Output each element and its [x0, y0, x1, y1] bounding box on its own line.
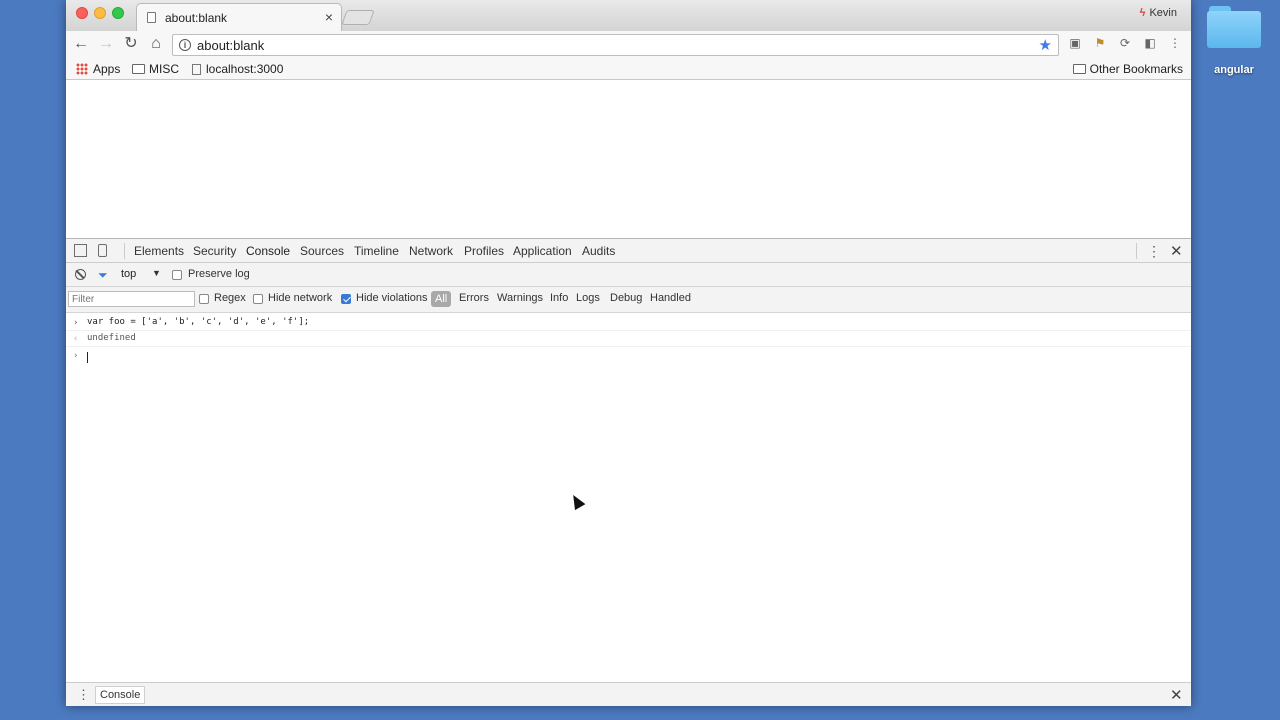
inspect-element-icon[interactable]	[74, 244, 87, 257]
level-handled[interactable]: Handled	[650, 292, 691, 304]
divider	[124, 243, 125, 259]
regex-checkbox[interactable]	[199, 294, 209, 304]
drawer-tab-console[interactable]: Console	[95, 686, 146, 704]
tab-profiles[interactable]: Profiles	[464, 244, 504, 258]
console-input-line: › var foo = ['a', 'b', 'c', 'd', 'e', 'f…	[66, 315, 1191, 331]
home-icon[interactable]: ⌂	[147, 35, 165, 53]
tab-title: about:blank	[165, 11, 228, 25]
preserve-log-checkbox[interactable]	[172, 270, 182, 280]
tab-security[interactable]: Security	[193, 244, 236, 258]
preserve-log-label: Preserve log	[188, 268, 250, 280]
filter-icon[interactable]: ⏷	[98, 268, 108, 283]
browser-window: about:blank × ϟ Kevin ← → ↻ ⌂ i about:bla…	[66, 0, 1191, 706]
back-arrow-icon[interactable]: ←	[72, 35, 90, 53]
tab-timeline[interactable]: Timeline	[354, 244, 399, 258]
extension-sync-icon[interactable]: ⟳	[1118, 37, 1132, 50]
other-bookmarks[interactable]: Other Bookmarks	[1072, 62, 1183, 76]
bookmark-label: MISC	[149, 62, 179, 76]
context-selector[interactable]: top	[121, 268, 136, 280]
tab-sources[interactable]: Sources	[300, 244, 344, 258]
info-icon[interactable]: i	[179, 39, 191, 51]
tab-close-icon[interactable]: ×	[325, 9, 333, 25]
devtools-more-icon[interactable]: ⋮	[1147, 243, 1161, 260]
address-bar[interactable]: i about:blank ★	[172, 34, 1059, 56]
console-filter-bar: Regex Hide network Hide violations All E…	[66, 287, 1191, 313]
browser-menu-icon[interactable]: ⋮	[1168, 37, 1182, 50]
tab-console[interactable]: Console	[243, 244, 293, 265]
chevron-left-icon: ‹	[73, 334, 79, 344]
extension-camera-icon[interactable]: ▣	[1068, 37, 1082, 50]
hide-violations-checkbox[interactable]	[341, 294, 351, 304]
bookmark-localhost[interactable]: localhost:3000	[192, 62, 283, 76]
device-toolbar-icon[interactable]	[98, 244, 107, 257]
divider	[1136, 243, 1137, 259]
devtools-tab-bar: Elements Security Console Sources Timeli…	[66, 239, 1191, 265]
hide-network-checkbox[interactable]	[253, 294, 263, 304]
other-bookmarks-label: Other Bookmarks	[1089, 62, 1183, 76]
page-content[interactable]	[66, 81, 1191, 238]
folder-icon	[1207, 6, 1261, 48]
filter-input[interactable]	[68, 291, 195, 307]
url-text: about:blank	[197, 38, 265, 53]
reload-icon[interactable]: ↻	[122, 35, 140, 53]
page-icon	[147, 12, 156, 23]
console-output[interactable]: › var foo = ['a', 'b', 'c', 'd', 'e', 'f…	[66, 313, 1191, 682]
desktop-folder-label: angular	[1214, 64, 1254, 76]
chevron-right-icon: ›	[73, 351, 79, 361]
drawer-close-icon[interactable]: ✕	[1170, 686, 1183, 704]
bookmarks-bar: Apps MISC localhost:3000 Other Bookmarks	[66, 58, 1191, 80]
console-toolbar: ⏷ top ▼ Preserve log	[66, 263, 1191, 287]
bookmark-misc[interactable]: MISC	[132, 62, 179, 76]
level-warnings[interactable]: Warnings	[497, 292, 543, 304]
bookmark-star-icon[interactable]: ★	[1039, 36, 1052, 54]
level-all-button[interactable]: All	[431, 291, 452, 307]
bookmark-label: localhost:3000	[206, 62, 284, 76]
page-icon	[192, 64, 201, 75]
profile-name: Kevin	[1149, 7, 1177, 19]
text-caret	[87, 352, 88, 363]
devtools-close-icon[interactable]: ✕	[1170, 242, 1183, 260]
title-bar: about:blank × ϟ Kevin	[66, 0, 1191, 31]
tab-network[interactable]: Network	[409, 244, 453, 258]
folder-icon	[132, 64, 145, 74]
tab-elements[interactable]: Elements	[134, 244, 184, 258]
profile-icon: ϟ	[1139, 7, 1146, 19]
level-info[interactable]: Info	[550, 292, 568, 304]
chevron-down-icon[interactable]: ▼	[152, 268, 161, 278]
new-tab-button[interactable]	[341, 10, 375, 25]
browser-tab[interactable]: about:blank ×	[136, 3, 342, 31]
console-output-line: ‹ undefined	[66, 331, 1191, 347]
hide-network-label: Hide network	[268, 292, 333, 304]
level-logs[interactable]: Logs	[576, 292, 600, 304]
apps-grid-icon	[76, 63, 88, 75]
tab-application[interactable]: Application	[513, 244, 572, 258]
bookmark-label: Apps	[93, 62, 121, 76]
window-maximize-button[interactable]	[112, 7, 124, 19]
console-output-text: undefined	[87, 333, 136, 343]
folder-icon	[1072, 64, 1086, 74]
level-debug[interactable]: Debug	[610, 292, 642, 304]
forward-arrow-icon[interactable]: →	[97, 35, 115, 53]
regex-label: Regex	[214, 292, 246, 304]
extension-square-icon[interactable]: ◧	[1143, 37, 1157, 50]
chevron-right-icon: ›	[73, 318, 79, 328]
console-input-text: var foo = ['a', 'b', 'c', 'd', 'e', 'f']…	[87, 317, 310, 327]
window-close-button[interactable]	[76, 7, 88, 19]
tab-audits[interactable]: Audits	[582, 244, 615, 258]
profile-button[interactable]: ϟ Kevin	[1140, 7, 1177, 19]
extension-flag-icon[interactable]: ⚑	[1093, 37, 1107, 50]
level-errors[interactable]: Errors	[459, 292, 489, 304]
bookmark-apps[interactable]: Apps	[76, 62, 120, 76]
clear-console-icon[interactable]	[75, 269, 86, 280]
devtools-panel: Elements Security Console Sources Timeli…	[66, 238, 1191, 706]
window-minimize-button[interactable]	[94, 7, 106, 19]
desktop-folder-angular[interactable]: angular	[1203, 6, 1265, 76]
devtools-drawer: ⋮ Console ✕	[66, 682, 1191, 706]
browser-toolbar: ← → ↻ ⌂ i about:blank ★ ▣ ⚑ ⟳ ◧ ⋮	[66, 31, 1191, 58]
drawer-more-icon[interactable]: ⋮	[77, 687, 90, 703]
hide-violations-label: Hide violations	[356, 292, 428, 304]
